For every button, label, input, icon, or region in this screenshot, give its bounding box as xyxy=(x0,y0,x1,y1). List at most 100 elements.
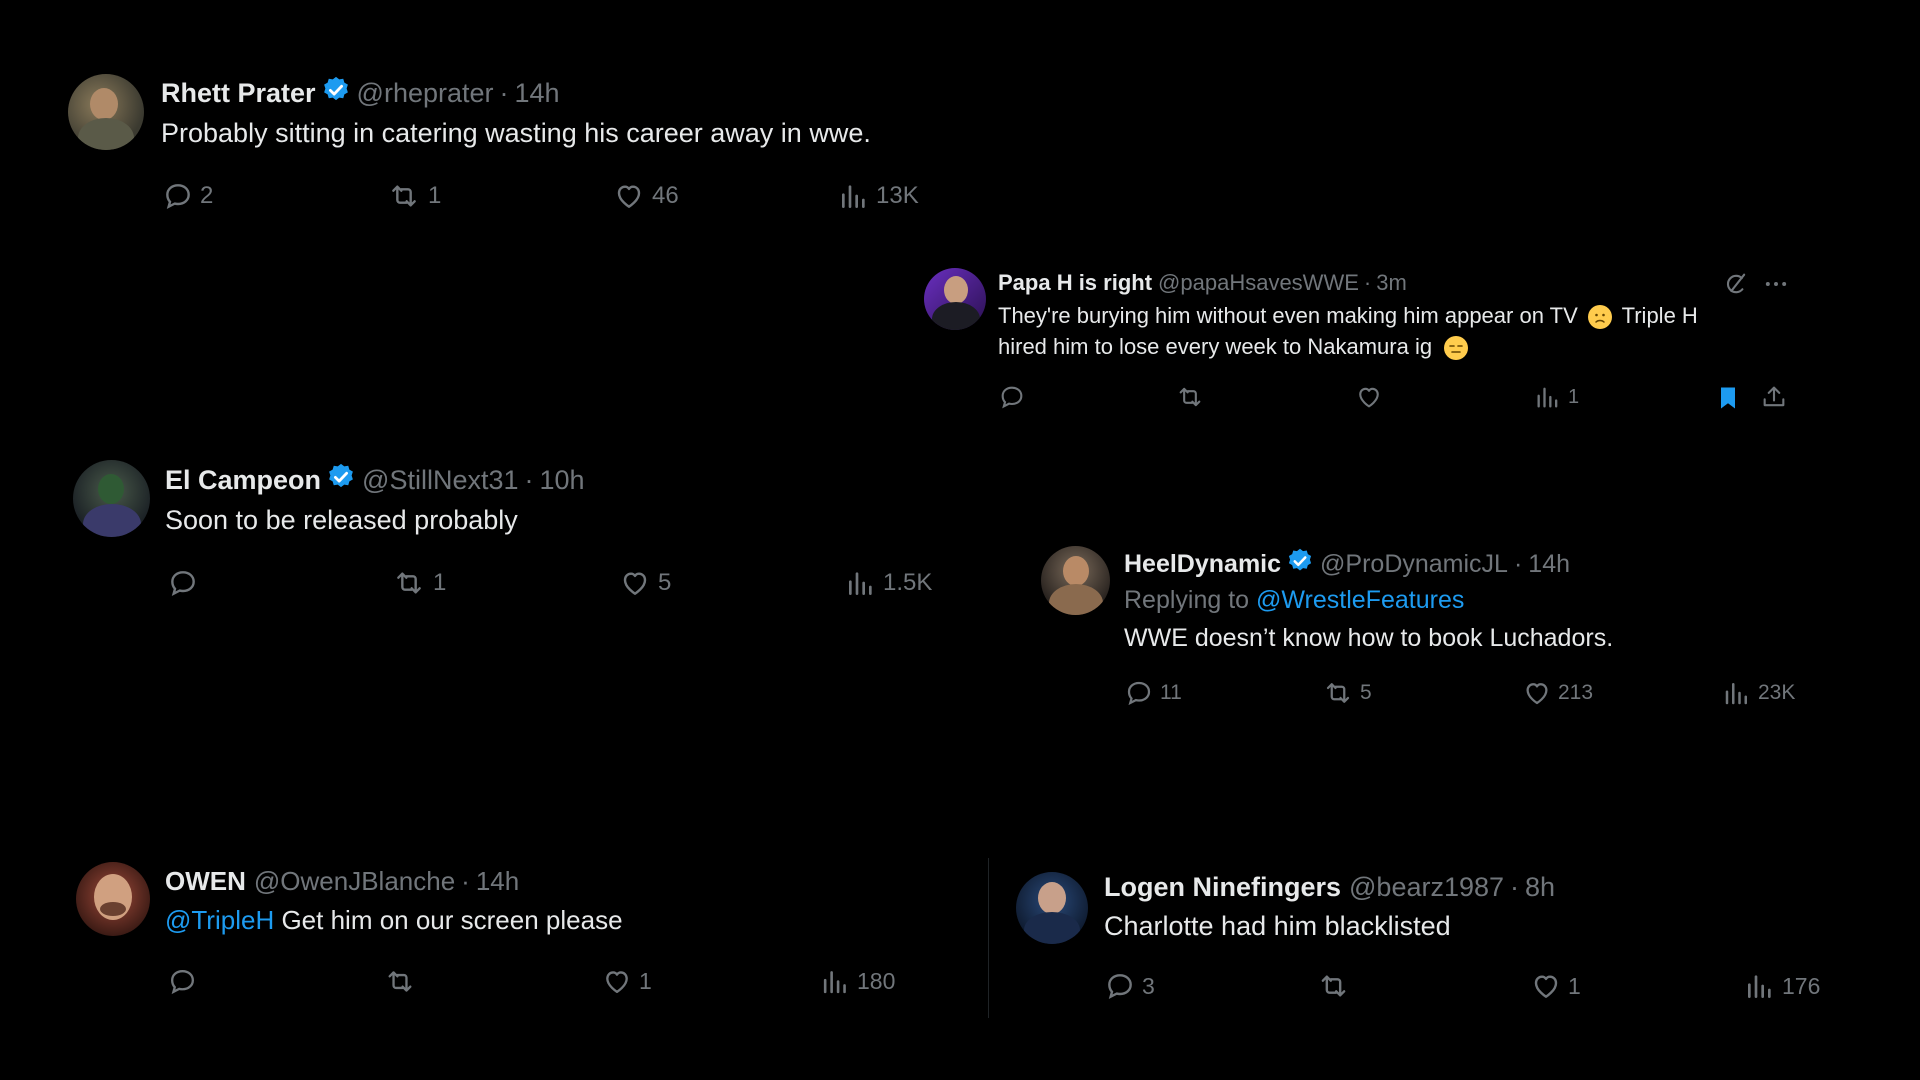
retweet-button[interactable] xyxy=(383,966,423,997)
timestamp[interactable]: 14h xyxy=(476,866,519,897)
display-name[interactable]: Papa H is right xyxy=(998,270,1152,296)
retweet-button[interactable]: 5 xyxy=(1322,678,1372,708)
avatar[interactable] xyxy=(1041,546,1110,615)
avatar[interactable] xyxy=(68,74,144,150)
retweet-count: 1 xyxy=(428,182,442,209)
like-button[interactable]: 5 xyxy=(618,567,671,599)
views-button[interactable]: 1 xyxy=(1534,383,1579,411)
reply-icon xyxy=(1127,681,1151,706)
avatar[interactable] xyxy=(924,268,986,330)
timestamp[interactable]: 8h xyxy=(1525,872,1555,903)
view-count: 176 xyxy=(1782,972,1821,999)
retweet-button[interactable]: 1 xyxy=(391,567,446,599)
views-icon xyxy=(1537,387,1558,408)
grok-icon xyxy=(1726,273,1746,294)
more-icon xyxy=(1765,282,1787,286)
views-button[interactable]: 180 xyxy=(820,966,895,997)
user-handle[interactable]: @ProDynamicJL xyxy=(1320,550,1508,579)
heart-icon xyxy=(1526,683,1548,705)
bookmark-button[interactable] xyxy=(1714,383,1742,413)
user-handle[interactable]: @OwenJBlanche xyxy=(254,866,455,897)
reply-button[interactable]: 3 xyxy=(1104,970,1155,1002)
views-button[interactable]: 13K xyxy=(838,180,919,212)
like-button[interactable]: 1 xyxy=(1530,970,1581,1002)
tweet-text-part: Triple H xyxy=(1621,303,1698,328)
grok-button[interactable] xyxy=(1722,270,1750,298)
retweet-count: 5 xyxy=(1360,681,1372,704)
reply-button[interactable]: 2 xyxy=(162,180,213,212)
like-button[interactable] xyxy=(1355,383,1389,411)
display-name[interactable]: El Campeon xyxy=(165,465,321,496)
views-button[interactable]: 23K xyxy=(1722,678,1795,708)
tweet-text: WWE doesn’t know how to book Luchadors. xyxy=(1124,624,1614,652)
display-name[interactable]: OWEN xyxy=(165,866,246,897)
mention-link[interactable]: @TripleH xyxy=(165,905,274,935)
tweet-text: Soon to be released probably xyxy=(165,505,518,535)
separator-dot: · xyxy=(1510,871,1520,902)
timestamp[interactable]: 14h xyxy=(515,78,560,109)
reply-icon xyxy=(171,571,195,596)
tweet-text-line-1: They're burying him without even making … xyxy=(998,303,1698,330)
retweet-icon xyxy=(388,971,412,992)
views-icon xyxy=(1748,975,1771,998)
reply-button[interactable] xyxy=(998,383,1032,411)
retweet-icon xyxy=(1179,387,1201,407)
view-count: 23K xyxy=(1758,681,1796,704)
timestamp[interactable]: 10h xyxy=(540,465,585,496)
views-button[interactable]: 176 xyxy=(1744,970,1820,1002)
heart-icon xyxy=(1534,975,1558,998)
retweet-button[interactable] xyxy=(1175,383,1211,411)
display-name[interactable]: Logen Ninefingers xyxy=(1104,872,1341,903)
timestamp[interactable]: 14h xyxy=(1528,550,1570,579)
replying-to-label: Replying to xyxy=(1124,586,1250,614)
retweet-count: 1 xyxy=(433,569,447,596)
reply-button[interactable] xyxy=(167,567,205,599)
reply-icon xyxy=(1108,974,1132,999)
retweet-button[interactable] xyxy=(1316,970,1357,1002)
reply-button[interactable]: 11 xyxy=(1124,678,1182,708)
reply-button[interactable] xyxy=(167,966,204,997)
retweet-button[interactable]: 1 xyxy=(386,180,441,212)
user-handle[interactable]: @papaHsavesWWE xyxy=(1158,270,1359,296)
views-icon xyxy=(1725,683,1747,705)
retweet-icon xyxy=(397,572,421,594)
column-divider xyxy=(988,858,989,1018)
like-count: 213 xyxy=(1558,681,1594,704)
separator-dot: · xyxy=(461,865,470,896)
avatar[interactable] xyxy=(73,460,150,537)
view-count: 180 xyxy=(857,968,896,994)
user-handle[interactable]: @StillNext31 xyxy=(362,465,518,496)
tweet-text: Probably sitting in catering wasting his… xyxy=(161,118,871,148)
like-count: 46 xyxy=(652,182,679,209)
more-options-button[interactable] xyxy=(1762,270,1790,298)
display-name[interactable]: Rhett Prater xyxy=(161,78,316,109)
avatar[interactable] xyxy=(1016,872,1088,944)
frowning-face-emoji-icon xyxy=(1587,305,1612,330)
avatar[interactable] xyxy=(76,862,150,936)
tweet-text-line-2: hired him to lose every week to Nakamura… xyxy=(998,334,1469,361)
like-count: 1 xyxy=(639,968,652,994)
view-count: 1 xyxy=(1568,385,1580,408)
user-handle[interactable]: @bearz1987 xyxy=(1349,872,1504,903)
share-button[interactable] xyxy=(1760,383,1788,411)
retweet-icon xyxy=(1326,683,1350,703)
like-button[interactable]: 46 xyxy=(612,180,679,212)
user-handle[interactable]: @rheprater xyxy=(357,78,494,109)
like-button[interactable]: 1 xyxy=(601,966,652,997)
timestamp[interactable]: 3m xyxy=(1376,270,1407,296)
verified-badge-icon xyxy=(321,75,351,112)
like-button[interactable]: 213 xyxy=(1522,678,1593,708)
reply-count: 3 xyxy=(1142,972,1155,999)
views-button[interactable]: 1.5K xyxy=(845,567,932,599)
reply-count: 2 xyxy=(200,182,214,209)
display-name[interactable]: HeelDynamic xyxy=(1124,550,1281,579)
views-icon xyxy=(849,572,872,595)
view-count: 1.5K xyxy=(883,569,933,596)
heart-icon xyxy=(606,971,628,993)
share-icon xyxy=(1763,386,1785,407)
expressionless-face-emoji-icon xyxy=(1444,336,1469,361)
tweet-text-part: hired him to lose every week to Nakamura… xyxy=(998,334,1433,359)
replying-to-mention[interactable]: @WrestleFeatures xyxy=(1256,586,1464,614)
heart-icon xyxy=(623,572,647,595)
separator-dot: · xyxy=(524,464,534,495)
